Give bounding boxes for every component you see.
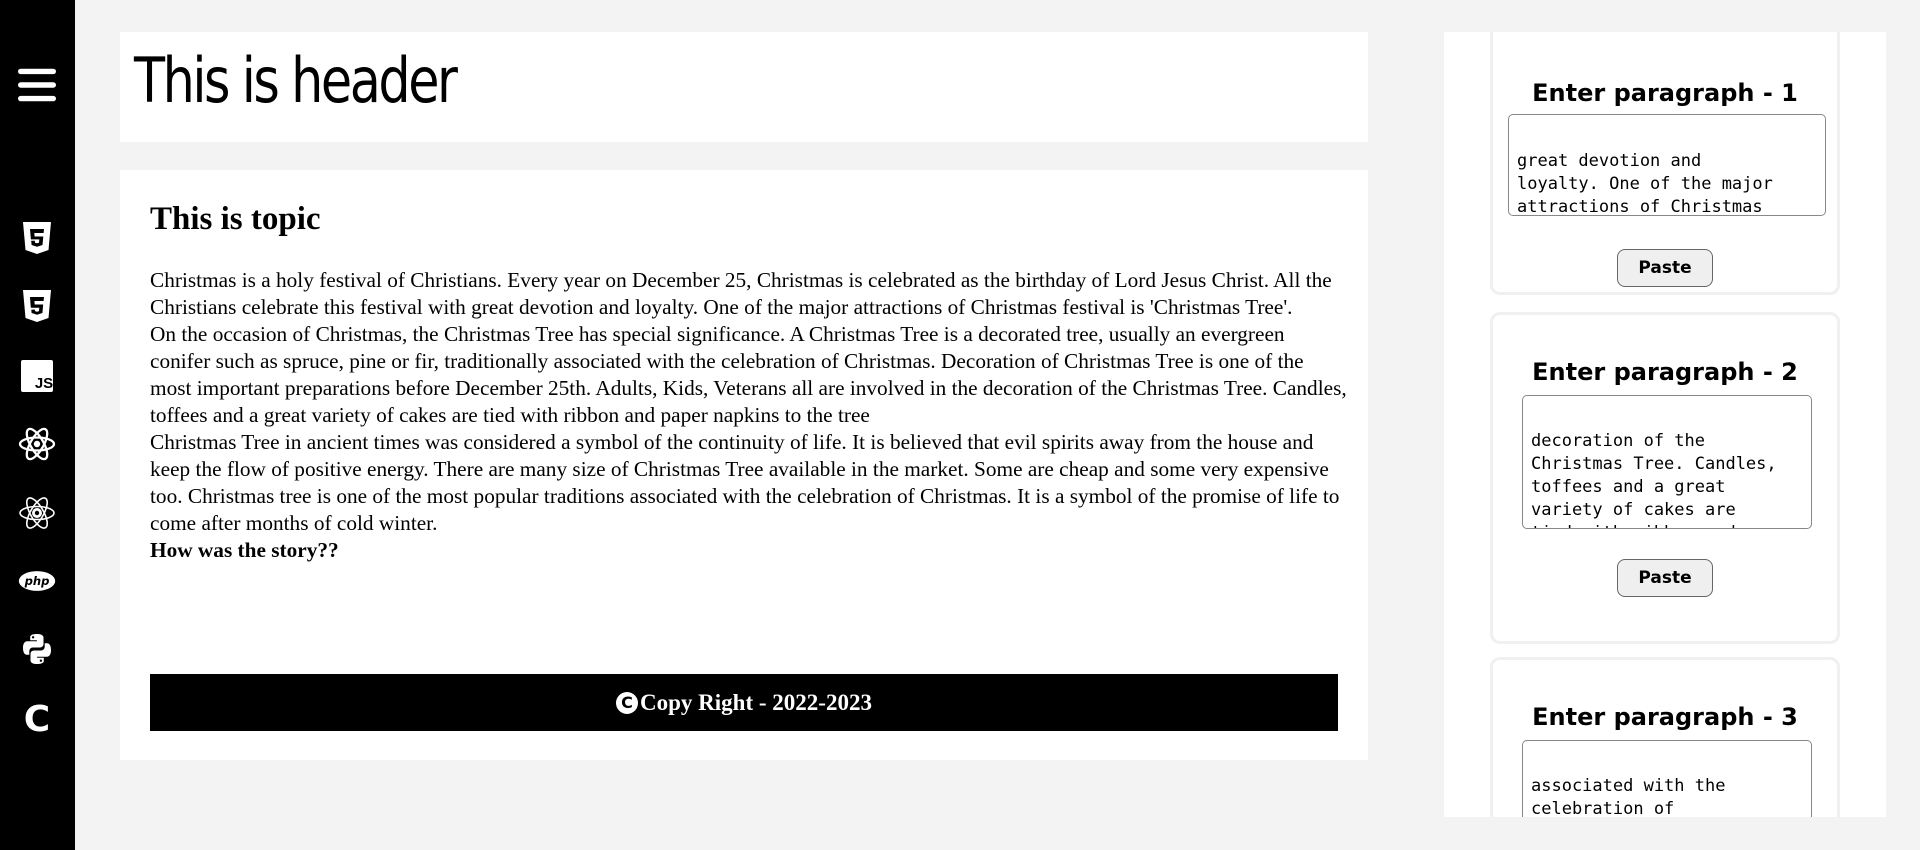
header-panel: This is header (120, 32, 1368, 142)
copyright-footer: C Copy Right - 2022-2023 (150, 674, 1338, 731)
php-icon[interactable]: php (18, 562, 56, 600)
story-question: How was the story?? (150, 538, 339, 562)
story-text: Christmas is a holy festival of Christia… (150, 267, 1350, 564)
paragraph-card-1: Enter paragraph - 1 great devotion and l… (1490, 32, 1840, 295)
electron-icon[interactable] (18, 494, 56, 532)
topic-title: This is topic (150, 201, 321, 237)
css3-icon[interactable] (18, 287, 56, 325)
copyright-text: Copy Right - 2022-2023 (640, 689, 872, 715)
python-icon[interactable] (18, 630, 56, 668)
php-label: php (24, 574, 50, 588)
story-paragraph-1: Christmas is a holy festival of Christia… (150, 268, 1332, 319)
content-panel: This is topic Christmas is a holy festiv… (120, 170, 1368, 760)
paste-button-1[interactable]: Paste (1617, 249, 1713, 287)
c-label: C (24, 701, 50, 735)
c-language-icon[interactable]: C (18, 699, 56, 737)
story-paragraph-3: Christmas Tree in ancient times was cons… (150, 430, 1340, 535)
card-title: Enter paragraph - 1 (1532, 79, 1798, 107)
card-title: Enter paragraph - 2 (1532, 358, 1798, 386)
js-label: JS (35, 375, 53, 392)
javascript-icon[interactable]: JS (18, 357, 56, 395)
paragraph-textarea-1[interactable]: great devotion and loyalty. One of the m… (1508, 114, 1826, 216)
paragraph-card-3: Enter paragraph - 3 associated with the … (1490, 657, 1840, 817)
sidebar: JS php C (0, 0, 75, 850)
html5-icon[interactable] (18, 219, 56, 257)
paragraph-card-2: Enter paragraph - 2 decoration of the Ch… (1490, 312, 1840, 644)
card-title: Enter paragraph - 3 (1532, 703, 1798, 731)
page-header: This is header (134, 44, 458, 117)
story-paragraph-2: On the occasion of Christmas, the Christ… (150, 322, 1347, 427)
paste-button-2[interactable]: Paste (1617, 559, 1713, 597)
paragraph-input-panel: Enter paragraph - 1 great devotion and l… (1444, 32, 1886, 817)
paragraph-textarea-3[interactable]: associated with the celebration of Chris… (1522, 740, 1812, 817)
copyright-icon: C (616, 691, 639, 714)
paragraph-textarea-2[interactable]: decoration of the Christmas Tree. Candle… (1522, 395, 1812, 529)
react-icon[interactable] (18, 425, 56, 463)
menu-icon[interactable] (18, 66, 56, 104)
